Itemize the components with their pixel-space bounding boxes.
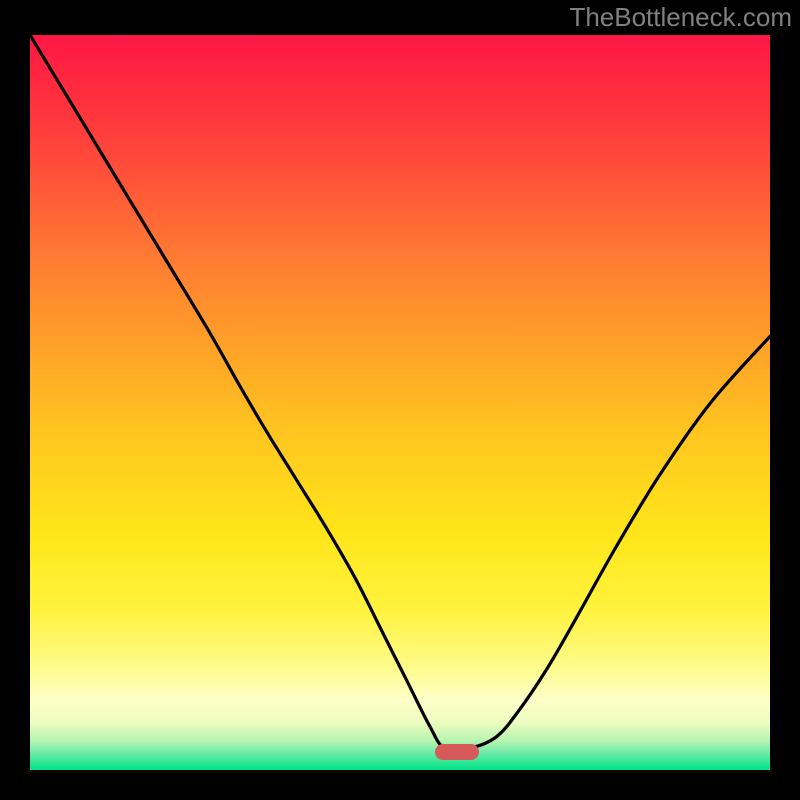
bottleneck-curve <box>30 35 770 770</box>
optimum-marker <box>435 744 479 760</box>
attribution-text: TheBottleneck.com <box>569 2 792 33</box>
chart-frame: TheBottleneck.com <box>0 0 800 800</box>
plot-area <box>30 35 770 770</box>
